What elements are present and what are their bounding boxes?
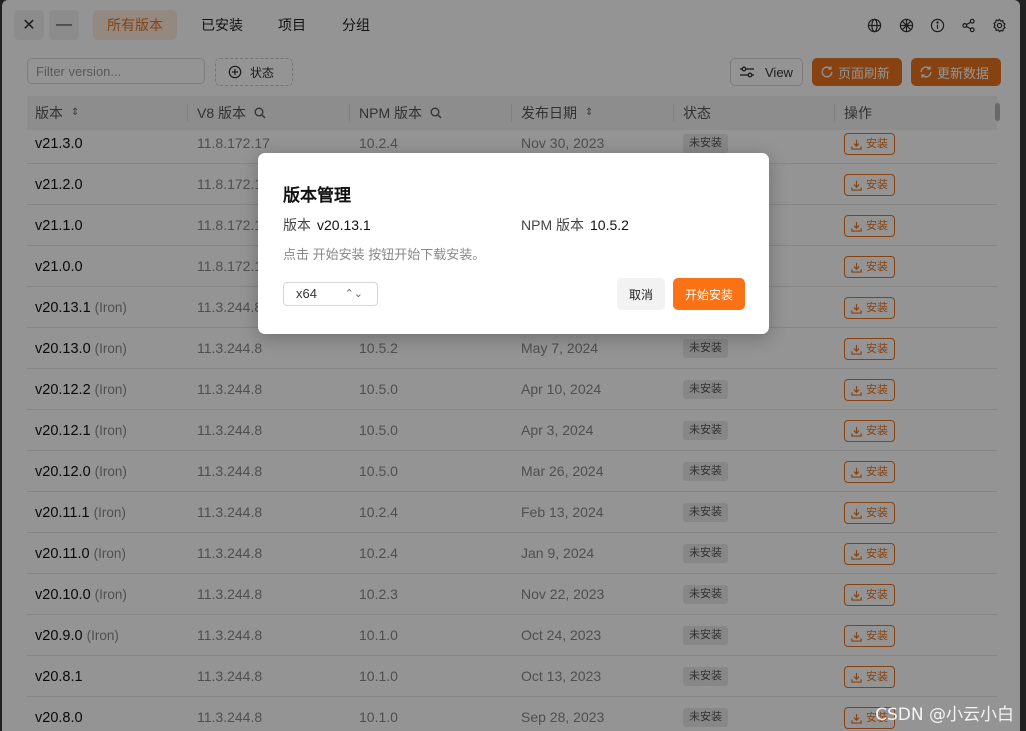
watermark: CSDN @小云小白	[875, 705, 1014, 725]
dialog-npm-info: NPM 版本 10.5.2	[521, 215, 629, 235]
dialog-version-info: 版本 v20.13.1	[283, 215, 371, 235]
arch-select[interactable]: x64 ⌃⌄	[283, 282, 378, 306]
dialog-title: 版本管理	[283, 186, 351, 205]
arch-select-value: x64	[296, 286, 317, 301]
modal-overlay[interactable]	[0, 0, 1026, 731]
dialog-npm-label: NPM 版本	[521, 217, 584, 233]
dialog-version-value: v20.13.1	[317, 217, 371, 233]
version-manage-dialog: 版本管理 版本 v20.13.1 NPM 版本 10.5.2 点击 开始安装 按钮开…	[258, 153, 769, 334]
dialog-npm-value: 10.5.2	[590, 217, 629, 233]
start-install-button[interactable]: 开始安装	[673, 278, 745, 310]
dialog-version-label: 版本	[283, 217, 311, 233]
chevron-updown-icon: ⌃⌄	[344, 288, 363, 300]
dialog-hint: 点击 开始安装 按钮开始下载安装。	[283, 247, 486, 262]
cancel-button[interactable]: 取消	[617, 278, 665, 310]
